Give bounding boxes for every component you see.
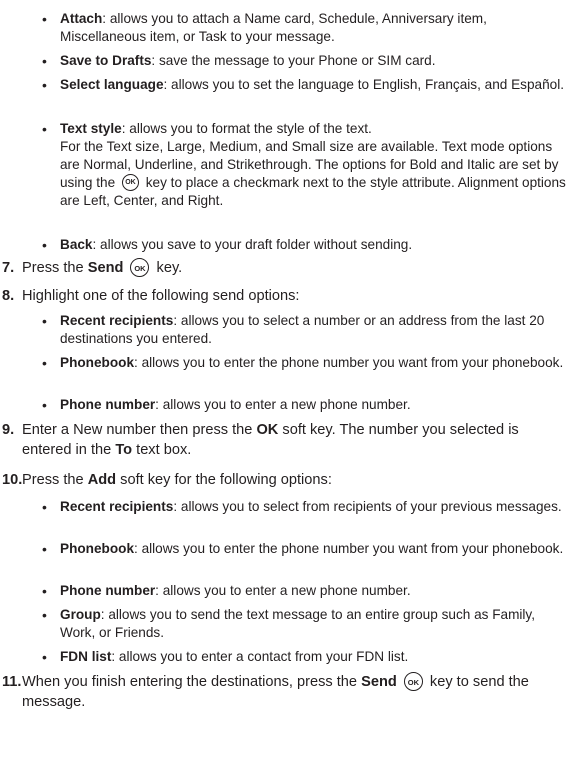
bullet-text: : allows you to set the language to Engl… [163,77,565,92]
ok-key-icon: OK [403,671,423,691]
bullet-text: : save the message to your Phone or SIM … [151,53,436,68]
bullet-dot: • [42,77,47,93]
step-number: 10. [2,472,23,488]
bullet-phone-number-2: • Phone number: allows you to enter a ne… [0,582,586,600]
bullet-phone-number: • Phone number: allows you to enter a ne… [0,396,586,414]
bullet-text: : allows you to enter a new phone number… [155,583,411,598]
step-text: soft key for the following options: [120,472,332,488]
step-number: 11. [2,674,22,690]
bullet-term: Group [60,607,101,622]
bullet-dot: • [42,11,47,27]
bullet-text: : allows you to attach a Name card, Sche… [60,11,487,44]
bullet-dot: • [42,355,47,371]
bullet-text: : allows you to enter the phone number y… [134,355,564,370]
bullet-dot: • [42,397,47,413]
bullet-attach: • Attach: allows you to attach a Name ca… [0,10,586,46]
send-key-label: Send [87,260,124,276]
add-soft-key-label: Add [87,472,117,488]
bullet-fdn-list: • FDN list: allows you to enter a contac… [0,648,586,666]
step-8: 8. Highlight one of the following send o… [0,286,586,306]
step-text: text box. [136,442,192,458]
ok-soft-key-label: OK [256,422,279,438]
bullet-term: FDN list [60,649,112,664]
bullet-term: Select language [60,77,164,92]
bullet-dot: • [42,237,47,253]
send-key-label: Send [361,674,397,690]
bullet-term: Phonebook [60,541,135,556]
bullet-text-style: • Text style: allows you to format the s… [0,120,586,210]
step-number: 7. [2,260,15,276]
bullet-dot: • [42,53,47,69]
bullet-term: Text style [60,121,122,136]
step-text: Press the [22,260,84,276]
bullet-text: : allows you to format the style of the … [121,121,372,136]
bullet-text: : allows you to enter a new phone number… [155,397,411,412]
bullet-term: Recent recipients [60,499,174,514]
bullet-dot: • [42,649,47,665]
bullet-dot: • [42,541,47,557]
bullet-dot: • [42,313,47,329]
bullet-term: Attach [60,11,103,26]
bullet-phonebook: • Phonebook: allows you to enter the pho… [0,354,586,372]
ok-key-icon: OK [121,173,139,191]
bullet-save-to-drafts: • Save to Drafts: save the message to yo… [0,52,586,70]
step-text: Press the [22,472,84,488]
bullet-term: Save to Drafts [60,53,152,68]
bullet-dot: • [42,607,47,623]
bullet-term: Phonebook [60,355,135,370]
bullet-back: • Back: allows you save to your draft fo… [0,236,586,254]
step-number: 9. [2,422,15,438]
bullet-select-language: • Select language: allows you to set the… [0,76,586,94]
bullet-text: : allows you to select from recipients o… [173,499,562,514]
bullet-text: : allows you to enter the phone number y… [134,541,564,556]
step-11: 11. When you finish entering the destina… [0,671,586,712]
bullet-recent-recipients-2: • Recent recipients: allows you to selec… [0,498,586,516]
bullet-term: Phone number [60,583,156,598]
bullet-phonebook-2: • Phonebook: allows you to enter the pho… [0,540,586,558]
step-7: 7. Press the Send OK key. [0,257,586,278]
bullet-dot: • [42,121,47,137]
bullet-term: Phone number [60,397,156,412]
bullet-term: Back [60,237,93,252]
bullet-dot: • [42,499,47,515]
step-text: Enter a New number then press the [22,422,253,438]
step-text: Highlight one of the following send opti… [22,288,300,304]
bullet-dot: • [42,583,47,599]
bullet-recent-recipients: • Recent recipients: allows you to selec… [0,312,586,348]
step-10: 10. Press the Add soft key for the follo… [0,470,586,490]
bullet-text: : allows you to enter a contact from you… [111,649,409,664]
step-9: 9. Enter a New number then press the OK … [0,420,586,460]
bullet-text: : allows you to send the text message to… [60,607,535,640]
step-text: When you finish entering the destination… [22,674,358,690]
step-number: 8. [2,288,15,304]
step-text: key. [156,260,183,276]
bullet-text: : allows you save to your draft folder w… [92,237,413,252]
bullet-group: • Group: allows you to send the text mes… [0,606,586,642]
ok-key-icon: OK [130,257,150,277]
bullet-term: Recent recipients [60,313,174,328]
to-field-label: To [115,442,133,458]
